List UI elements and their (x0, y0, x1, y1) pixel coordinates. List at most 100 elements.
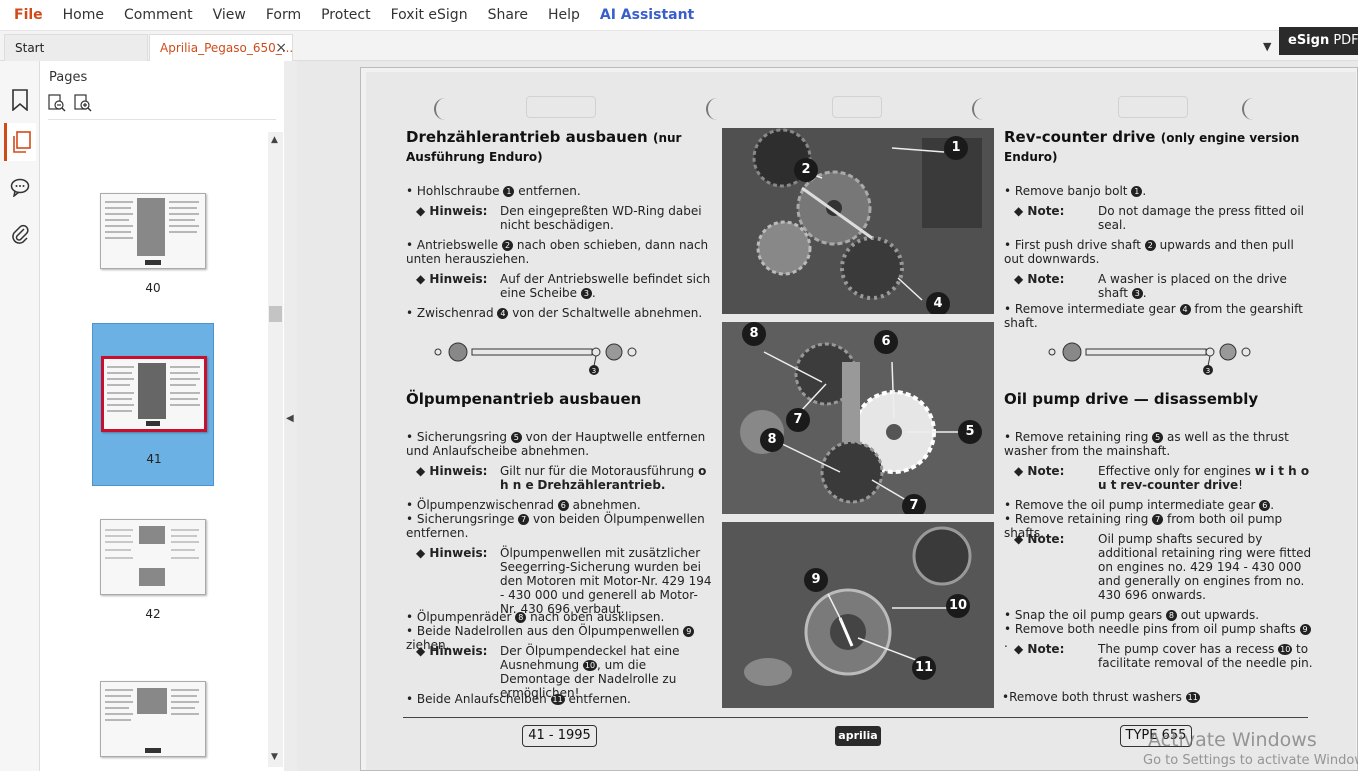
english-note-label: ◆ Note: (1014, 464, 1065, 478)
callout: 2 (794, 158, 818, 182)
note-text: A washer is placed on the drive shaft (1098, 272, 1287, 300)
footer-rule (403, 717, 1308, 718)
page-thumbnail-42[interactable]: 42 (92, 511, 214, 631)
german-step: • Zwischenrad 4 von der Schaltwelle abne… (406, 306, 703, 320)
ref-4: 4 (497, 308, 509, 319)
page-zoom-out-icon[interactable] (48, 94, 66, 112)
tab-document[interactable]: Aprilia_Pegaso_650_... × (149, 34, 293, 61)
close-icon[interactable]: × (275, 35, 287, 61)
drive-shaft-diagram: 3 (434, 342, 637, 375)
english-note-label: ◆ Note: (1014, 272, 1065, 286)
german-note-label: ◆ Hinweis: (416, 644, 488, 658)
document-view[interactable]: Drehzählerantrieb ausbauen (nur Ausführu… (297, 61, 1358, 771)
collapse-panel-icon[interactable]: ◀ (286, 413, 294, 424)
menu-file[interactable]: File (0, 0, 53, 31)
step-text: Remove retaining ring (1014, 430, 1149, 444)
step-text: entfernen. (568, 692, 631, 706)
german-heading-rev-counter: Drehzählerantrieb ausbauen (nur Ausführu… (406, 128, 716, 166)
menu-view[interactable]: View (203, 0, 256, 31)
step-text: nach oben ausklipsen. (530, 610, 665, 624)
german-step: • Sicherungsringe 7 von beiden Ölpumpenw… (406, 512, 705, 540)
tab-start[interactable]: Start (4, 34, 148, 61)
ref-11: 11 (550, 694, 565, 705)
english-note-label: ◆ Note: (1014, 532, 1065, 546)
page-thumbnail-43[interactable] (92, 673, 214, 771)
windows-activation-watermark: Activate Windows (1148, 729, 1317, 751)
english-heading-rev-counter: Rev-counter drive (only engine version E… (1004, 128, 1324, 166)
step-text: Ölpumpenzwischenrad (416, 498, 554, 512)
step-text: Remove the oil pump intermediate gear (1014, 498, 1256, 512)
page-zoom-in-icon[interactable] (74, 94, 92, 112)
note-emphasis: Drehzählerantrieb. (537, 478, 666, 492)
english-note: Oil pump shafts secured by additional re… (1098, 532, 1312, 602)
callout: 11 (912, 656, 936, 680)
step-text: Beide Anlaufscheiben (416, 692, 547, 706)
ref-3: 3 (580, 288, 592, 299)
step-text: Antriebswelle (416, 238, 499, 252)
navigation-rail (0, 61, 40, 771)
german-note: Ölpumpenwellen mit zusätzlicher Seegerri… (500, 546, 712, 616)
german-note: Auf der Antriebswelle befindet sich eine… (500, 272, 711, 300)
heading-text: Rev-counter drive (1004, 128, 1156, 146)
step-text: Remove both needle pins from oil pump sh… (1014, 622, 1296, 636)
scroll-down-icon[interactable]: ▼ (271, 752, 278, 762)
menu-protect[interactable]: Protect (311, 0, 381, 31)
note-text: The pump cover has a recess (1098, 642, 1275, 656)
ref-2: 2 (502, 240, 514, 251)
german-note-label: ◆ Hinweis: (416, 272, 488, 286)
aprilia-logo: aprilia (835, 726, 881, 746)
pages-icon[interactable] (4, 123, 36, 161)
ref-3: 3 (1131, 288, 1143, 299)
scroll-up-icon[interactable]: ▲ (271, 135, 278, 145)
ref-9: 9 (683, 626, 695, 637)
scrollbar-thumb[interactable] (269, 306, 282, 322)
english-step: •Remove both thrust washers 11 (1002, 690, 1312, 704)
tab-list-chevron-down-icon[interactable]: ▼ (1263, 40, 1271, 53)
thumbnail-scrollbar[interactable]: ▲ ▼ (268, 132, 283, 767)
ref-8: 8 (515, 612, 527, 623)
ref-10: 10 (1278, 644, 1293, 655)
menu-share[interactable]: Share (478, 0, 538, 31)
tab-bar: Start Aprilia_Pegaso_650_... × (0, 31, 1358, 61)
binder-hole (1242, 98, 1264, 120)
binder-hole (706, 98, 728, 120)
callout: 8 (760, 428, 784, 452)
english-heading-oil-pump: Oil pump drive — disassembly (1004, 390, 1259, 408)
comment-icon[interactable] (4, 168, 36, 206)
menu-help[interactable]: Help (538, 0, 590, 31)
menu-foxit-esign[interactable]: Foxit eSign (381, 0, 478, 31)
english-note-label: ◆ Note: (1014, 642, 1065, 656)
bookmark-icon[interactable] (4, 81, 36, 119)
thumbnail-image (100, 193, 206, 269)
menu-ai-assistant[interactable]: AI Assistant (590, 0, 704, 31)
tab-start-label: Start (15, 41, 45, 55)
attachment-icon[interactable] (4, 215, 36, 253)
windows-activation-hint: Go to Settings to activate Windows. (1143, 753, 1358, 768)
callout: 4 (926, 292, 950, 314)
bleed-through-mark (832, 96, 882, 118)
page-thumbnail-40[interactable]: 40 (92, 185, 214, 305)
german-note-label: ◆ Hinweis: (416, 204, 488, 218)
esign-bold-label: eSign (1288, 33, 1330, 48)
callout: 8 (742, 322, 766, 346)
menu-form[interactable]: Form (256, 0, 311, 31)
bleed-through-mark (526, 96, 596, 118)
step-text: von der Schaltwelle abnehmen. (512, 306, 703, 320)
ref-5: 5 (1152, 432, 1164, 443)
thumbnail-image (100, 519, 206, 595)
panel-title: Pages (49, 70, 88, 85)
english-note: The pump cover has a recess 10 to facili… (1098, 642, 1314, 670)
step-text: Snap the oil pump gears (1014, 608, 1163, 622)
step-text: Ölpumpenräder (416, 610, 512, 624)
note-text: Auf der Antriebswelle befindet sich eine… (500, 272, 711, 300)
callout: 9 (804, 568, 828, 592)
german-step: • Sicherungsring 5 von der Hauptwelle en… (406, 430, 706, 458)
step-text: out upwards. (1180, 608, 1260, 622)
menu-home[interactable]: Home (53, 0, 114, 31)
ref-10: 10 (583, 660, 598, 671)
thumbnail-label: 40 (145, 281, 161, 295)
panel-splitter[interactable]: ◀ (284, 61, 297, 771)
page-thumbnail-41[interactable]: 41 (92, 323, 214, 486)
esign-pdf-button[interactable]: eSign PDF E (1279, 27, 1358, 55)
menu-comment[interactable]: Comment (114, 0, 203, 31)
